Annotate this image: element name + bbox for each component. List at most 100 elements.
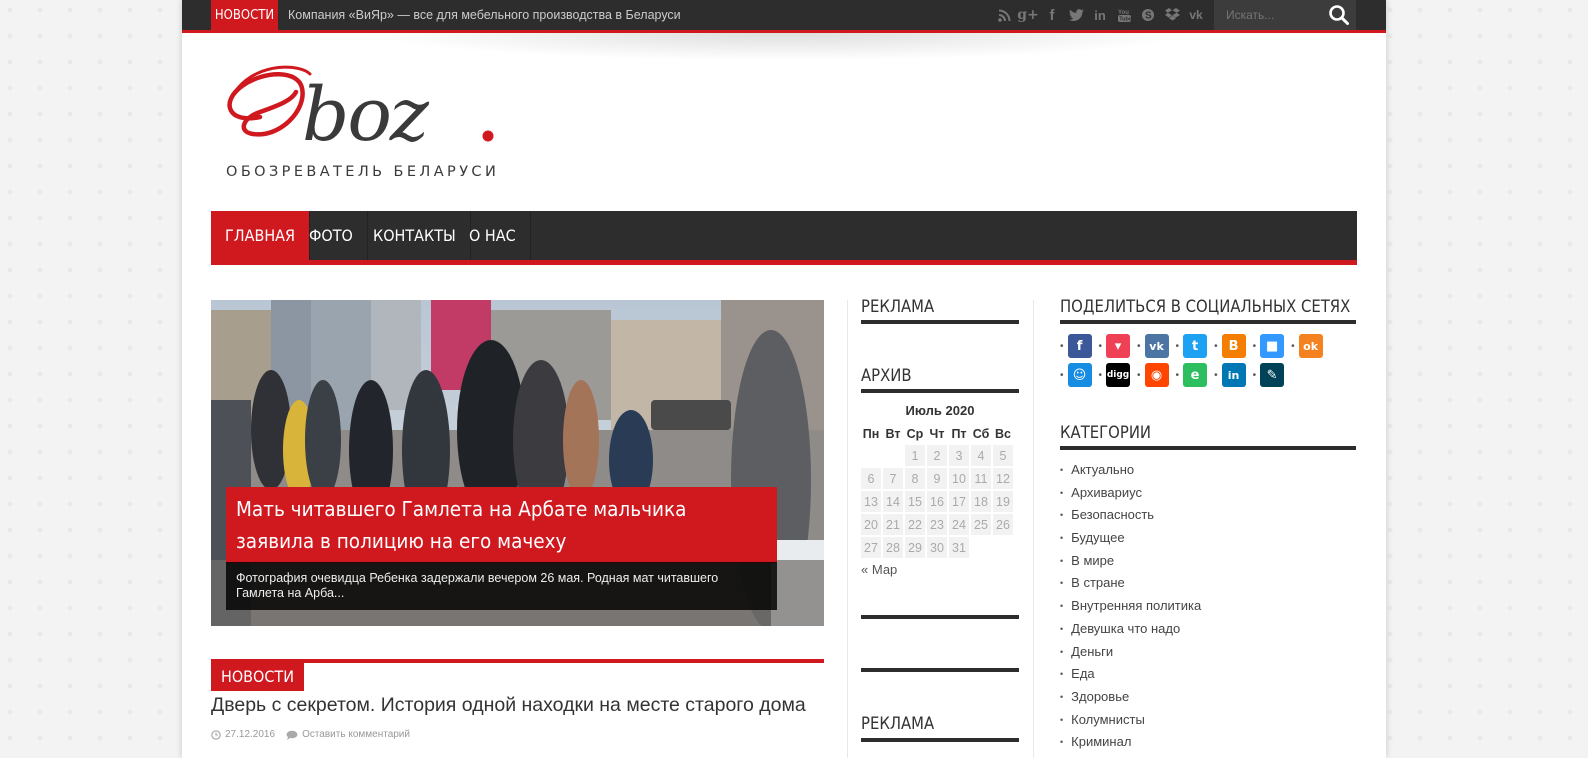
archive-calendar: Июль 2020 Пн Вт Ср Чт Пт Сб Вс 1 2 3 4 5 6 7 8 9 10 11 12… bbox=[861, 402, 1019, 577]
calendar-weekday: Сб bbox=[972, 426, 990, 441]
svg-text:ОБОЗРЕВАТЕЛЬ БЕЛАРУСИ: ОБОЗРЕВАТЕЛЬ БЕЛАРУСИ bbox=[226, 164, 499, 180]
google-plus-icon[interactable]: g+ bbox=[1017, 7, 1039, 23]
ticker-label: НОВОСТИ bbox=[211, 0, 278, 30]
share-item: • vk bbox=[1137, 334, 1169, 358]
news-section-label[interactable]: НОВОСТИ bbox=[211, 663, 304, 691]
site-logo[interactable]: boz ОБОЗРЕВАТЕЛЬ БЕЛАРУСИ bbox=[220, 52, 520, 187]
svg-text:S: S bbox=[1145, 11, 1152, 22]
calendar-day: 28 bbox=[883, 537, 903, 558]
myworld-share-icon[interactable]: ☺ bbox=[1067, 363, 1092, 387]
calendar-day: 6 bbox=[861, 468, 881, 489]
calendar-day: 23 bbox=[927, 514, 947, 535]
blogger-share-icon[interactable]: B bbox=[1221, 334, 1246, 358]
share-item: • B bbox=[1214, 334, 1246, 358]
skype-icon[interactable]: S bbox=[1140, 7, 1156, 23]
search-icon[interactable] bbox=[1328, 4, 1352, 26]
nav-item-photo[interactable]: ФОТО bbox=[295, 211, 368, 260]
share-item: • f bbox=[1060, 334, 1092, 358]
linkedin-share-icon[interactable]: in bbox=[1221, 363, 1246, 387]
bullet: • bbox=[1060, 369, 1064, 381]
sidebar-divider bbox=[1033, 300, 1034, 758]
facebook-icon[interactable]: f bbox=[1044, 7, 1060, 24]
news-article-title[interactable]: Дверь с секретом. История одной находки … bbox=[211, 694, 806, 717]
calendar-week: 12345 bbox=[861, 445, 1013, 466]
share-item: • ✎ bbox=[1253, 363, 1285, 387]
calendar-table: Пн Вт Ср Чт Пт Сб Вс 1 2 3 4 5 6 7 8 9 10 11 12 13 14 15 16 17… bbox=[859, 422, 1015, 560]
calendar-day: 16 bbox=[927, 491, 947, 512]
bullet: • bbox=[1214, 369, 1218, 381]
category-link[interactable]: Деньги bbox=[1060, 641, 1201, 664]
category-link[interactable]: Еда bbox=[1060, 663, 1201, 686]
category-link[interactable]: Криминал bbox=[1060, 731, 1201, 754]
bullet: • bbox=[1175, 340, 1180, 352]
svg-text:boz: boz bbox=[302, 72, 430, 158]
calendar-day: 4 bbox=[971, 445, 991, 466]
ticker-headline-link[interactable]: Компания «ВиЯр» — все для мебельного про… bbox=[288, 0, 681, 30]
category-link[interactable]: В мире bbox=[1060, 550, 1201, 573]
share-item: • ▾ bbox=[1099, 334, 1131, 358]
comment-icon bbox=[286, 730, 298, 740]
calendar-day: 26 bbox=[993, 514, 1013, 535]
calendar-weekday: Чт bbox=[929, 426, 945, 441]
linkedin-icon[interactable]: in bbox=[1092, 7, 1108, 23]
category-link[interactable]: Актуально bbox=[1060, 459, 1201, 482]
featured-slider[interactable]: Мать читавшего Гамлета на Арбате мальчик… bbox=[211, 300, 824, 626]
youtube-icon[interactable]: You Tube bbox=[1116, 7, 1132, 23]
category-link[interactable]: Безопасность bbox=[1060, 504, 1201, 527]
twitter-share-icon[interactable]: t bbox=[1183, 334, 1208, 358]
news-comments-link[interactable]: Оставить комментарий bbox=[302, 729, 410, 740]
calendar-weekday: Пт bbox=[951, 426, 967, 441]
pocket-share-icon[interactable]: ▾ bbox=[1106, 334, 1131, 358]
twitter-icon[interactable] bbox=[1068, 7, 1084, 23]
bullet: • bbox=[1098, 369, 1103, 381]
calendar-week: 6 7 8 9 10 11 12 bbox=[861, 468, 1013, 489]
reddit-share-icon[interactable]: ◉ bbox=[1144, 363, 1169, 387]
evernote-share-icon[interactable]: e bbox=[1183, 363, 1208, 387]
widget-title-line bbox=[1060, 320, 1356, 324]
bullet: • bbox=[1137, 340, 1141, 352]
facebook-share-icon[interactable]: f bbox=[1067, 334, 1092, 358]
category-link[interactable]: Здоровье bbox=[1060, 686, 1201, 709]
calendar-day: 2 bbox=[927, 445, 947, 466]
calendar-prev-month-link[interactable]: « Мар bbox=[861, 562, 1019, 577]
category-link[interactable]: Внутренняя политика bbox=[1060, 595, 1201, 618]
bullet: • bbox=[1252, 369, 1257, 381]
category-link[interactable]: Архивариус bbox=[1060, 482, 1201, 505]
livejournal-share-icon[interactable]: ✎ bbox=[1260, 363, 1285, 387]
odnoklassniki-share-icon[interactable]: ok bbox=[1298, 334, 1323, 358]
bullet: • bbox=[1214, 340, 1218, 352]
calendar-day: 9 bbox=[927, 468, 947, 489]
nav-item-contacts[interactable]: КОНТАКТЫ bbox=[359, 211, 471, 260]
share-icons-row: • ☺ • digg • ◉ • e • in • ✎ bbox=[1060, 363, 1291, 387]
calendar-day: 1 bbox=[905, 445, 925, 466]
digg-share-icon[interactable]: digg bbox=[1106, 363, 1131, 387]
widget-title-line bbox=[861, 320, 1019, 324]
calendar-day: 27 bbox=[861, 537, 881, 558]
calendar-day: 31 bbox=[949, 537, 969, 558]
calendar-day: 13 bbox=[861, 491, 881, 512]
share-item: • digg bbox=[1099, 363, 1131, 387]
calendar-day: 21 bbox=[883, 514, 903, 535]
search-input[interactable] bbox=[1214, 0, 1324, 30]
calendar-week: 27 28 29 30 31 bbox=[861, 537, 1013, 558]
calendar-day bbox=[993, 537, 1013, 558]
widget-title-archive: АРХИВ bbox=[861, 366, 912, 385]
dropbox-icon[interactable] bbox=[1164, 7, 1180, 23]
calendar-day: 22 bbox=[905, 514, 925, 535]
vk-icon[interactable]: vk bbox=[1188, 7, 1204, 23]
widget-title-ads-2: РЕКЛАМА bbox=[861, 714, 935, 733]
category-link[interactable]: Девушка что надо bbox=[1060, 618, 1201, 641]
calendar-day: 11 bbox=[971, 468, 991, 489]
delicious-share-icon[interactable]: ■ bbox=[1260, 334, 1285, 358]
slide-title-link[interactable]: Мать читавшего Гамлета на Арбате мальчик… bbox=[226, 487, 777, 563]
calendar-caption: Июль 2020 bbox=[905, 403, 975, 418]
category-link[interactable]: Колумнисты bbox=[1060, 709, 1201, 732]
bullet: • bbox=[1098, 340, 1103, 352]
calendar-day: 25 bbox=[971, 514, 991, 535]
calendar-day: 3 bbox=[949, 445, 969, 466]
category-link[interactable]: Будущее bbox=[1060, 527, 1201, 550]
rss-icon[interactable] bbox=[996, 7, 1012, 23]
nav-item-about[interactable]: О НАС bbox=[455, 211, 531, 260]
category-link[interactable]: В стране bbox=[1060, 572, 1201, 595]
vk-share-icon[interactable]: vk bbox=[1144, 334, 1169, 358]
